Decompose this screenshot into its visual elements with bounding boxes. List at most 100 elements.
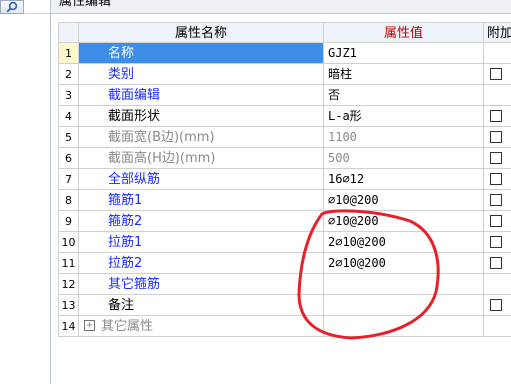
- table-row[interactable]: 2 类别 暗柱: [58, 64, 511, 85]
- row-number: 7: [58, 169, 79, 190]
- extra-cell: [484, 148, 511, 169]
- property-editor-panel: 属性编辑 属性名称 属性值 附加 1 名称 GJZ1 2 类别 暗柱 3 截面编辑 否 4 截面形状…: [51, 0, 511, 384]
- extra-cell: [484, 316, 511, 337]
- property-name-label: 全部纵筋: [108, 172, 161, 187]
- property-value[interactable]: [324, 295, 484, 316]
- extra-checkbox[interactable]: [490, 236, 502, 248]
- table-row[interactable]: 5 截面宽(B边)(mm) 1100: [58, 127, 511, 148]
- extra-cell: [484, 190, 511, 211]
- extra-checkbox[interactable]: [490, 68, 502, 80]
- row-number: 13: [58, 295, 79, 316]
- panel-title-bar: 属性编辑: [51, 0, 511, 14]
- property-name[interactable]: 箍筋1: [79, 190, 324, 211]
- property-name[interactable]: 全部纵筋: [79, 169, 324, 190]
- expand-icon[interactable]: +: [84, 320, 95, 331]
- search-field[interactable]: [24, 0, 50, 14]
- property-name-label: 箍筋1: [108, 193, 143, 208]
- property-value[interactable]: 1100: [324, 127, 484, 148]
- property-name-label: 截面形状: [108, 109, 161, 124]
- property-value[interactable]: 否: [324, 85, 484, 106]
- extra-checkbox[interactable]: [490, 299, 502, 311]
- property-value[interactable]: [324, 274, 484, 295]
- extra-cell: [484, 253, 511, 274]
- property-name[interactable]: 截面编辑: [79, 85, 324, 106]
- extra-checkbox[interactable]: [490, 131, 502, 143]
- row-number: 10: [58, 232, 79, 253]
- extra-cell: [484, 211, 511, 232]
- table-row[interactable]: 7 全部纵筋 16⌀12: [58, 169, 511, 190]
- property-name-label: 拉筋2: [108, 256, 143, 271]
- property-value[interactable]: ⌀10@200: [324, 190, 484, 211]
- row-number: 3: [58, 85, 79, 106]
- extra-cell: [484, 232, 511, 253]
- table-row[interactable]: 13 备注: [58, 295, 511, 316]
- extra-cell: [484, 169, 511, 190]
- extra-checkbox[interactable]: [490, 110, 502, 122]
- search-button[interactable]: [0, 0, 24, 14]
- property-value[interactable]: 2⌀10@200: [324, 253, 484, 274]
- row-number: 11: [58, 253, 79, 274]
- row-number: 4: [58, 106, 79, 127]
- extra-checkbox[interactable]: [490, 152, 502, 164]
- property-name-label: 截面编辑: [108, 88, 161, 103]
- extra-checkbox[interactable]: [490, 194, 502, 206]
- property-value[interactable]: [324, 316, 484, 337]
- extra-cell: [484, 43, 511, 64]
- property-value[interactable]: GJZ1: [324, 43, 484, 64]
- table-row[interactable]: 1 名称 GJZ1: [58, 43, 511, 64]
- panel-title: 属性编辑: [59, 0, 112, 9]
- property-name[interactable]: 拉筋2: [79, 253, 324, 274]
- row-number: 6: [58, 148, 79, 169]
- table-row[interactable]: 10 拉筋1 2⌀10@200: [58, 232, 511, 253]
- property-name-label: 备注: [108, 298, 135, 313]
- grid-header: 属性名称 属性值 附加: [58, 22, 511, 43]
- header-corner: [58, 22, 79, 43]
- table-row[interactable]: 11 拉筋2 2⌀10@200: [58, 253, 511, 274]
- property-name[interactable]: 截面形状: [79, 106, 324, 127]
- row-number: 9: [58, 211, 79, 232]
- table-row[interactable]: 8 箍筋1 ⌀10@200: [58, 190, 511, 211]
- property-name[interactable]: + 其它属性: [79, 316, 324, 337]
- property-value[interactable]: 暗柱: [324, 64, 484, 85]
- table-row[interactable]: 3 截面编辑 否: [58, 85, 511, 106]
- property-name-label: 类别: [108, 67, 135, 82]
- extra-cell: [484, 106, 511, 127]
- extra-cell: [484, 295, 511, 316]
- property-name[interactable]: 其它箍筋: [79, 274, 324, 295]
- row-number: 5: [58, 127, 79, 148]
- extra-cell: [484, 64, 511, 85]
- header-extra[interactable]: 附加: [484, 22, 511, 43]
- extra-cell: [484, 274, 511, 295]
- property-value[interactable]: 500: [324, 148, 484, 169]
- table-row[interactable]: 9 箍筋2 ⌀10@200: [58, 211, 511, 232]
- property-value[interactable]: ⌀10@200: [324, 211, 484, 232]
- header-name[interactable]: 属性名称: [79, 22, 324, 43]
- property-value[interactable]: 16⌀12: [324, 169, 484, 190]
- property-name[interactable]: 箍筋2: [79, 211, 324, 232]
- table-row[interactable]: 4 截面形状 L-a形: [58, 106, 511, 127]
- property-name[interactable]: 备注: [79, 295, 324, 316]
- row-number: 1: [58, 43, 79, 64]
- property-name[interactable]: 截面宽(B边)(mm): [79, 127, 324, 148]
- extra-checkbox[interactable]: [490, 215, 502, 227]
- property-name[interactable]: 截面高(H边)(mm): [79, 148, 324, 169]
- property-name-label: 名称: [108, 46, 135, 61]
- property-name[interactable]: 拉筋1: [79, 232, 324, 253]
- property-name-label: 箍筋2: [108, 214, 143, 229]
- property-value[interactable]: L-a形: [324, 106, 484, 127]
- row-number: 2: [58, 64, 79, 85]
- table-row[interactable]: 6 截面高(H边)(mm) 500: [58, 148, 511, 169]
- extra-cell: [484, 127, 511, 148]
- property-name-label: 其它属性: [101, 319, 154, 334]
- property-name[interactable]: 名称: [79, 43, 324, 64]
- extra-checkbox[interactable]: [490, 173, 502, 185]
- extra-cell: [484, 85, 511, 106]
- property-name[interactable]: 类别: [79, 64, 324, 85]
- property-value[interactable]: 2⌀10@200: [324, 232, 484, 253]
- table-row[interactable]: 14 + 其它属性: [58, 316, 511, 337]
- table-row[interactable]: 12 其它箍筋: [58, 274, 511, 295]
- header-value[interactable]: 属性值: [324, 22, 484, 43]
- left-panel: [0, 0, 51, 384]
- extra-checkbox[interactable]: [490, 257, 502, 269]
- search-icon: [6, 1, 18, 13]
